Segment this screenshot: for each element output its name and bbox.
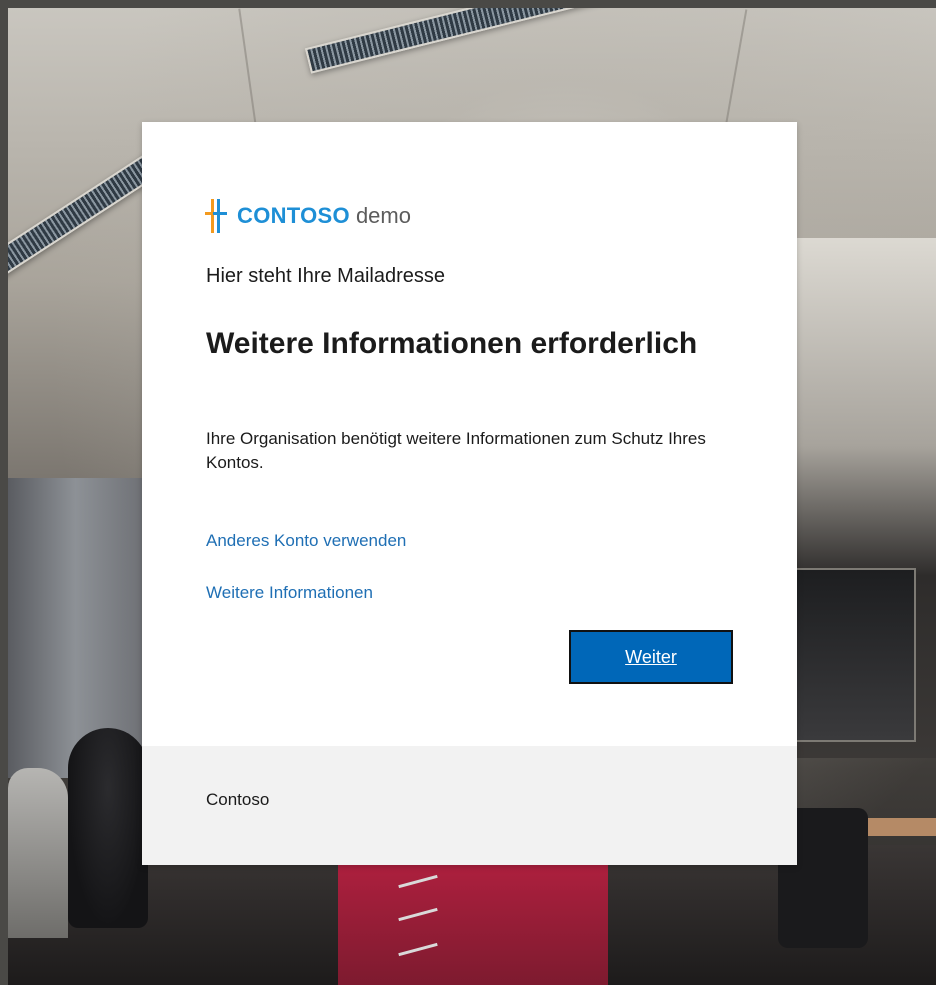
contoso-cross-logo-icon xyxy=(205,199,227,233)
brand-logo: CONTOSO demo xyxy=(205,198,411,234)
window-right xyxy=(792,568,916,742)
brand-name: CONTOSO xyxy=(237,203,350,228)
next-button[interactable]: Weiter xyxy=(569,630,733,684)
footer-text: Contoso xyxy=(206,790,270,809)
person xyxy=(8,768,68,938)
more-information-link[interactable]: Weitere Informationen xyxy=(206,583,373,603)
use-other-account-link[interactable]: Anderes Konto verwenden xyxy=(206,531,406,551)
red-cabinet xyxy=(338,858,608,985)
cabinet-handle xyxy=(398,907,438,922)
signin-card-body: CONTOSO demo Hier steht Ihre Mailadresse… xyxy=(142,122,797,746)
cabinet-handle xyxy=(398,942,438,957)
office-chair xyxy=(68,728,148,928)
description-text: Ihre Organisation benötigt weitere Infor… xyxy=(206,429,706,472)
account-email: Hier steht Ihre Mailadresse xyxy=(206,265,445,287)
page-title: Weitere Informationen erforderlich xyxy=(206,327,698,360)
ceiling-light xyxy=(304,8,723,74)
card-footer: Contoso xyxy=(142,746,797,865)
signin-card: CONTOSO demo Hier steht Ihre Mailadresse… xyxy=(142,122,797,865)
brand-suffix: demo xyxy=(355,203,411,228)
cabinet-handle xyxy=(398,874,438,889)
